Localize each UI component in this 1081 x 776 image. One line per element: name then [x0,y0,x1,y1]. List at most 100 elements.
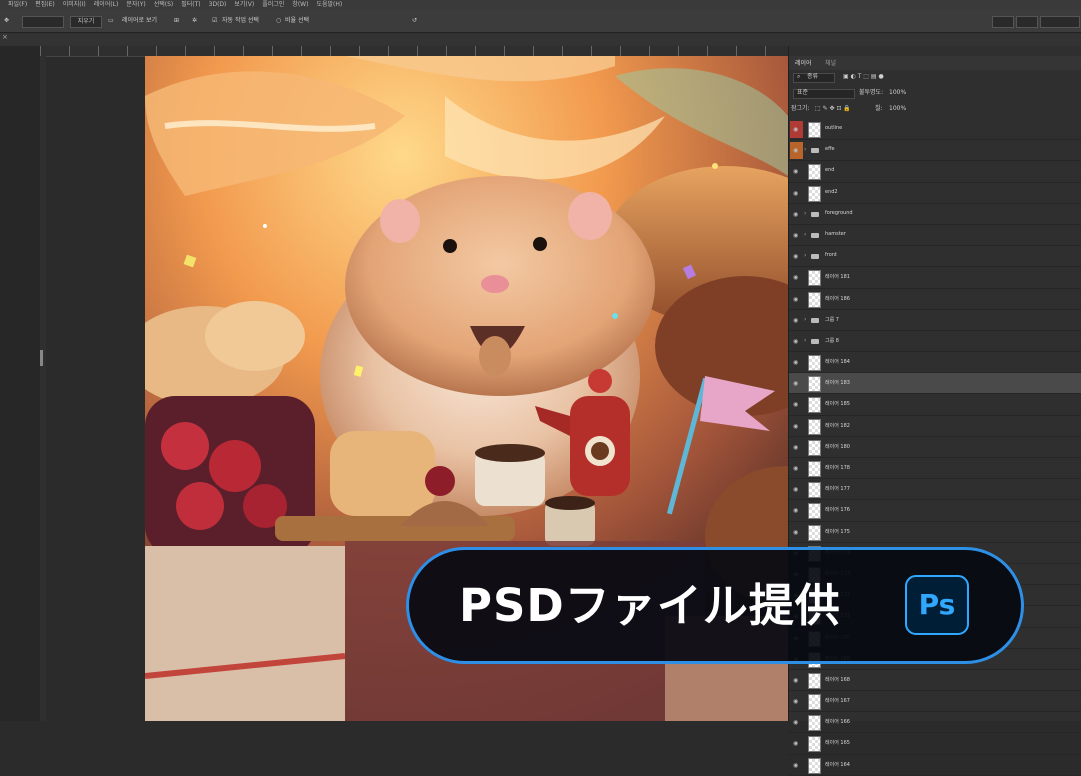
close-icon[interactable]: × [2,33,8,41]
layer-row[interactable]: ◉ end2 [789,183,1081,204]
menu-item[interactable]: 플러그인 [262,1,284,8]
menu-item[interactable]: 창(W) [292,1,308,8]
visibility-eye-icon[interactable]: ◉ [793,147,798,154]
layer-row[interactable]: ◉ 레이어 178 [789,458,1081,480]
layer-row[interactable]: ◉ › 그룹 7 [789,310,1081,331]
folder-icon [811,211,819,217]
banner-text: PSDファイル提供 [459,579,841,632]
chevron-right-icon[interactable]: › [804,146,806,153]
visibility-eye-icon[interactable]: ◉ [793,401,798,408]
visibility-eye-icon[interactable]: ◉ [793,423,798,430]
chevron-right-icon[interactable]: › [804,316,806,323]
layer-row[interactable]: ◉ 레이어 186 [789,289,1081,310]
visibility-eye-icon[interactable]: ◉ [793,168,798,175]
layer-row[interactable]: ◉ › hamster [789,225,1081,247]
ratio-radio[interactable]: ○ [276,16,281,26]
tab-layers[interactable]: 레이어 [795,59,812,68]
menu-item[interactable]: 파일(F) [8,1,27,8]
visibility-eye-icon[interactable]: ◉ [793,190,798,197]
layer-name: 레이어 180 [825,443,850,450]
visibility-eye-icon[interactable]: ◉ [793,465,798,472]
layer-row[interactable]: ◉ 레이어 165 [789,733,1081,755]
chevron-right-icon[interactable]: › [804,252,806,259]
workspace-select[interactable] [1040,16,1080,28]
opacity-value[interactable]: 100% [889,88,906,98]
chevron-right-icon[interactable]: › [804,231,806,238]
fill-button[interactable]: 지우기 [70,16,102,28]
layer-row[interactable]: ◉ outline [789,119,1081,141]
visibility-eye-icon[interactable]: ◉ [793,486,798,493]
visibility-eye-icon[interactable]: ◉ [793,719,798,726]
visibility-eye-icon[interactable]: ◉ [793,211,798,218]
visibility-eye-icon[interactable]: ◉ [793,359,798,366]
layer-row[interactable]: ◉ 레이어 164 [789,755,1081,776]
visibility-eye-icon[interactable]: ◉ [793,762,798,769]
layer-row[interactable]: ◉ 레이어 166 [789,712,1081,734]
visibility-eye-icon[interactable]: ◉ [793,444,798,451]
visibility-eye-icon[interactable]: ◉ [793,380,798,387]
layer-row[interactable]: ◉ › foreground [789,204,1081,225]
layer-thumbnail [808,164,821,181]
visibility-eye-icon[interactable]: ◉ [793,232,798,239]
layer-row[interactable]: ◉ › 그룹 8 [789,331,1081,353]
layer-row[interactable]: ◉ 레이어 180 [789,437,1081,458]
menu-item[interactable]: 이미지(I) [63,1,86,8]
filter-kind-label: 종류 [807,73,819,80]
menu-item[interactable]: 레이어(L) [94,1,119,8]
layer-row[interactable]: ◉ › effe [789,140,1081,162]
menu-item[interactable]: 문자(Y) [126,1,145,8]
layer-row[interactable]: ◉ 레이어 175 [789,522,1081,543]
layer-row[interactable]: ◉ 레이어 177 [789,479,1081,501]
folder-icon [811,254,819,260]
layer-row[interactable]: ◉ › front [789,246,1081,268]
fill-value[interactable]: 100% [889,104,906,114]
move-tool-icon[interactable]: ✥ [4,16,9,26]
auto-select-checkbox[interactable]: ☑ [212,16,217,26]
menu-item[interactable]: 선택(S) [154,1,174,8]
visibility-eye-icon[interactable]: ◉ [793,677,798,684]
reset-icon[interactable]: ↺ [412,16,417,26]
menu-item[interactable]: 필터(T) [181,1,200,8]
tool-preset-field[interactable] [22,16,64,28]
filter-icons[interactable]: ▣ ◐ T ⬚ ▤ ● [843,72,884,82]
scrollbar-handle[interactable] [40,350,43,366]
menu-item[interactable]: 3D(D) [209,1,227,8]
visibility-eye-icon[interactable]: ◉ [793,698,798,705]
layer-row[interactable]: ◉ 레이어 183 [789,373,1081,395]
visibility-eye-icon[interactable]: ◉ [793,529,798,536]
chevron-right-icon[interactable]: › [804,210,806,217]
menu-item[interactable]: 도움말(H) [316,1,342,8]
layer-row[interactable]: ◉ 레이어 168 [789,670,1081,692]
tools-panel [0,46,41,721]
workspace-button[interactable] [992,16,1014,28]
visibility-eye-icon[interactable]: ◉ [793,126,798,133]
visibility-eye-icon[interactable]: ◉ [793,317,798,324]
visibility-eye-icon[interactable]: ◉ [793,253,798,260]
layer-row[interactable]: ◉ 레이어 176 [789,500,1081,522]
layer-row[interactable]: ◉ 레이어 167 [789,691,1081,713]
layer-name: 그룹 7 [825,316,839,323]
chevron-right-icon[interactable]: › [804,337,806,344]
measure-label[interactable]: 레이어로 보기 [122,16,157,26]
layer-row[interactable]: ◉ 레이어 184 [789,352,1081,374]
visibility-eye-icon[interactable]: ◉ [793,740,798,747]
visibility-eye-icon[interactable]: ◉ [793,338,798,345]
layer-row[interactable]: ◉ end [789,161,1081,183]
layer-thumbnail [808,503,821,520]
tab-channels[interactable]: 채널 [825,59,836,68]
ruler-icon[interactable]: ▭ [108,16,114,26]
visibility-eye-icon[interactable]: ◉ [793,274,798,281]
lock-icons[interactable]: ⬚ ✎ ✥ ⊡ 🔒 [815,104,851,114]
layer-name: 레이어 165 [825,740,850,747]
align-icon[interactable]: ⊞ [174,16,179,26]
menu-item[interactable]: 보기(V) [234,1,254,8]
layer-row[interactable]: ◉ 레이어 181 [789,267,1081,289]
layer-row[interactable]: ◉ 레이어 182 [789,416,1081,437]
layer-row[interactable]: ◉ 레이어 185 [789,394,1081,416]
menu-item[interactable]: 편집(E) [35,1,55,8]
share-button[interactable] [1016,16,1038,28]
blend-mode-value: 표준 [797,89,809,96]
visibility-eye-icon[interactable]: ◉ [793,507,798,514]
gear-icon[interactable]: ✲ [192,16,197,26]
visibility-eye-icon[interactable]: ◉ [793,296,798,303]
